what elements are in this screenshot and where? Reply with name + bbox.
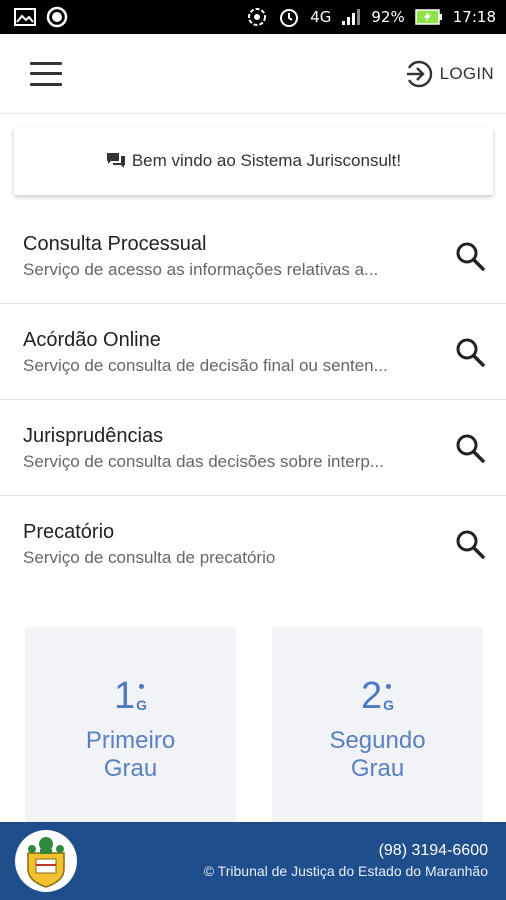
sync-icon — [248, 8, 267, 26]
record-icon — [46, 6, 68, 28]
footer-text: (98) 3194-6600 © Tribunal de Justiça do … — [204, 841, 488, 881]
status-bar: 4G 92% 17:18 — [0, 0, 506, 34]
search-icon[interactable] — [454, 240, 486, 272]
login-icon — [406, 60, 432, 87]
grau-number: 1 G — [113, 675, 148, 717]
contact-phone[interactable]: (98) 3194-6600 — [204, 841, 488, 861]
service-title: Consulta Processual — [23, 233, 207, 255]
service-description: Serviço de consulta de decisão final ou … — [23, 356, 388, 375]
alarm-icon — [280, 9, 299, 27]
service-item-precatorio[interactable]: Precatório Serviço de consulta de precat… — [0, 496, 506, 592]
grau-label: Segundo Grau — [329, 727, 426, 782]
segundo-grau-card[interactable]: 2 G Segundo Grau — [272, 627, 483, 827]
battery-percent: 92% — [371, 8, 405, 26]
search-icon[interactable] — [454, 528, 486, 560]
battery-charging-icon — [415, 9, 442, 25]
service-title: Jurisprudências — [23, 425, 164, 447]
footer: (98) 3194-6600 © Tribunal de Justiça do … — [0, 822, 506, 900]
service-title: Acórdão Online — [23, 329, 161, 351]
service-description: Serviço de acesso as informações relativ… — [23, 260, 379, 279]
search-icon[interactable] — [454, 336, 486, 368]
services-list: Consulta Processual Serviço de acesso as… — [0, 208, 506, 592]
court-logo — [15, 830, 77, 892]
login-button[interactable]: LOGIN — [404, 59, 494, 89]
copyright-text: © Tribunal de Justiça do Estado do Maran… — [203, 863, 488, 879]
service-item-consulta-processual[interactable]: Consulta Processual Serviço de acesso as… — [0, 208, 506, 304]
grau-label: Primeiro Grau — [85, 727, 176, 782]
search-icon[interactable] — [454, 432, 486, 464]
primeiro-grau-card[interactable]: 1 G Primeiro Grau — [25, 627, 236, 827]
chat-icon — [106, 153, 125, 168]
grau-number: 2 G — [360, 675, 395, 717]
welcome-text: Bem vindo ao Sistema Jurisconsult! — [131, 151, 402, 170]
gallery-icon — [14, 8, 36, 26]
service-description: Serviço de consulta das decisões sobre i… — [23, 452, 384, 471]
service-description: Serviço de consulta de precatório — [23, 548, 276, 567]
signal-icon — [342, 9, 361, 25]
menu-icon[interactable] — [30, 61, 62, 86]
service-title: Precatório — [23, 521, 115, 543]
app-bar: LOGIN — [0, 34, 506, 114]
clock: 17:18 — [452, 8, 496, 26]
welcome-card: Bem vindo ao Sistema Jurisconsult! — [14, 127, 493, 195]
service-item-acordao-online[interactable]: Acórdão Online Serviço de consulta de de… — [0, 304, 506, 400]
network-type: 4G — [310, 8, 332, 26]
login-label: LOGIN — [439, 63, 494, 83]
service-item-jurisprudencias[interactable]: Jurisprudências Serviço de consulta das … — [0, 400, 506, 496]
